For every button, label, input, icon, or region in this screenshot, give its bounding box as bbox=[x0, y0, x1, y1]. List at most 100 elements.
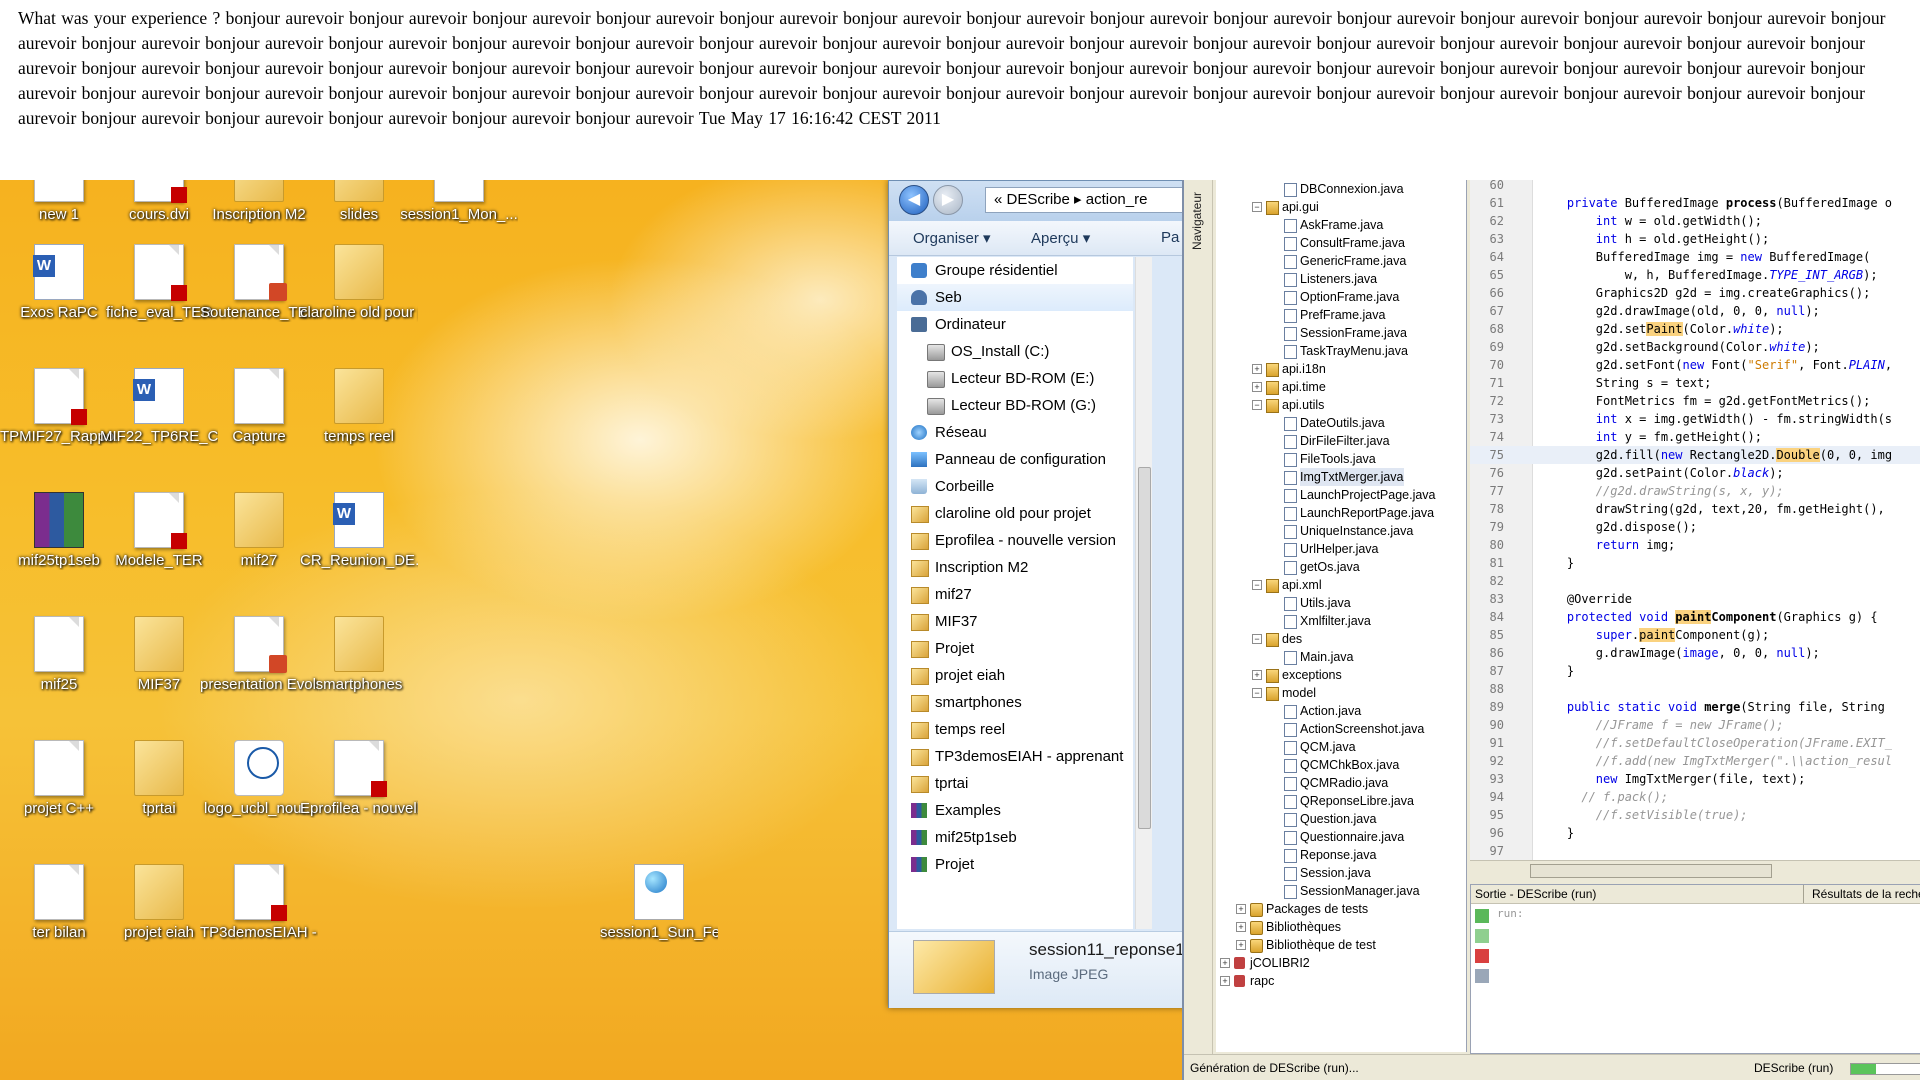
desktop-icon[interactable]: temps reel bbox=[300, 368, 418, 446]
tree-node[interactable]: − api.utils bbox=[1216, 396, 1466, 414]
tree-node[interactable]: Main.java bbox=[1216, 648, 1466, 666]
nav-item[interactable]: mif25tp1seb bbox=[897, 824, 1133, 851]
nav-item[interactable]: Examples bbox=[897, 797, 1133, 824]
rerun-icon[interactable] bbox=[1475, 909, 1489, 923]
nav-item[interactable]: temps reel bbox=[897, 716, 1133, 743]
nav-item[interactable]: Seb bbox=[897, 284, 1133, 311]
nav-item[interactable]: mif27 bbox=[897, 581, 1133, 608]
expand-icon[interactable]: + bbox=[1252, 382, 1262, 392]
tree-node[interactable]: LaunchReportPage.java bbox=[1216, 504, 1466, 522]
nav-item[interactable]: Réseau bbox=[897, 419, 1133, 446]
nav-item[interactable]: Lecteur BD-ROM (G:) bbox=[897, 392, 1133, 419]
nav-item[interactable]: OS_Install (C:) bbox=[897, 338, 1133, 365]
code-line[interactable]: 66 Graphics2D g2d = img.createGraphics()… bbox=[1470, 284, 1920, 302]
nav-item[interactable]: smartphones bbox=[897, 689, 1133, 716]
code-line[interactable]: 60 bbox=[1470, 180, 1920, 194]
code-line[interactable]: 76 g2d.setPaint(Color.black); bbox=[1470, 464, 1920, 482]
expand-icon[interactable]: + bbox=[1220, 958, 1230, 968]
desktop-icon[interactable]: claroline old pour projet bbox=[300, 244, 418, 322]
nav-item[interactable]: Eprofilea - nouvelle version bbox=[897, 527, 1133, 554]
tree-node[interactable]: Session.java bbox=[1216, 864, 1466, 882]
stop-icon[interactable] bbox=[1475, 949, 1489, 963]
tree-node[interactable]: Utils.java bbox=[1216, 594, 1466, 612]
tree-node[interactable]: + api.i18n bbox=[1216, 360, 1466, 378]
tree-node[interactable]: − model bbox=[1216, 684, 1466, 702]
scrollbar-thumb[interactable] bbox=[1138, 467, 1151, 829]
forward-arrow-icon[interactable]: ▶ bbox=[933, 185, 963, 215]
tree-node[interactable]: Action.java bbox=[1216, 702, 1466, 720]
tree-node[interactable]: UniqueInstance.java bbox=[1216, 522, 1466, 540]
navigator-label[interactable]: Navigateur bbox=[1190, 192, 1212, 250]
scrollbar-thumb[interactable] bbox=[1530, 864, 1772, 878]
code-line[interactable]: 63 int h = old.getHeight(); bbox=[1470, 230, 1920, 248]
code-line[interactable]: 90 //JFrame f = new JFrame(); bbox=[1470, 716, 1920, 734]
collapse-icon[interactable]: − bbox=[1252, 580, 1262, 590]
nav-item[interactable]: Ordinateur bbox=[897, 311, 1133, 338]
tree-node[interactable]: SessionManager.java bbox=[1216, 882, 1466, 900]
tree-node[interactable]: getOs.java bbox=[1216, 558, 1466, 576]
tree-node[interactable]: − api.gui bbox=[1216, 198, 1466, 216]
collapse-icon[interactable]: − bbox=[1252, 202, 1262, 212]
nav-item[interactable]: Projet bbox=[897, 635, 1133, 662]
tree-node[interactable]: TaskTrayMenu.java bbox=[1216, 342, 1466, 360]
preview-button[interactable]: Aperçu ▾ bbox=[1031, 229, 1090, 247]
tree-node[interactable]: UrlHelper.java bbox=[1216, 540, 1466, 558]
tree-node[interactable]: AskFrame.java bbox=[1216, 216, 1466, 234]
tree-node[interactable]: FileTools.java bbox=[1216, 450, 1466, 468]
nav-item[interactable]: Lecteur BD-ROM (E:) bbox=[897, 365, 1133, 392]
code-line[interactable]: 62 int w = old.getWidth(); bbox=[1470, 212, 1920, 230]
netbeans-window[interactable]: Navigateur DBConnexion.java − api.gui AskFr… bbox=[1182, 180, 1920, 1080]
tree-node[interactable]: ActionScreenshot.java bbox=[1216, 720, 1466, 738]
code-line[interactable]: 65 w, h, BufferedImage.TYPE_INT_ARGB); bbox=[1470, 266, 1920, 284]
code-line[interactable]: 72 FontMetrics fm = g2d.getFontMetrics()… bbox=[1470, 392, 1920, 410]
tree-node[interactable]: DateOutils.java bbox=[1216, 414, 1466, 432]
expand-icon[interactable]: + bbox=[1252, 364, 1262, 374]
code-line[interactable]: 83 @Override bbox=[1470, 590, 1920, 608]
code-line[interactable]: 93 new ImgTxtMerger(file, text); bbox=[1470, 770, 1920, 788]
code-line[interactable]: 73 int x = img.getWidth() - fm.stringWid… bbox=[1470, 410, 1920, 428]
tree-node[interactable]: QReponseLibre.java bbox=[1216, 792, 1466, 810]
tree-node[interactable]: GenericFrame.java bbox=[1216, 252, 1466, 270]
tree-node[interactable]: DBConnexion.java bbox=[1216, 180, 1466, 198]
nav-item[interactable]: MIF37 bbox=[897, 608, 1133, 635]
nav-item[interactable]: Panneau de configuration bbox=[897, 446, 1133, 473]
code-line[interactable]: 78 drawString(g2d, text,20, fm.getHeight… bbox=[1470, 500, 1920, 518]
tree-node[interactable]: PrefFrame.java bbox=[1216, 306, 1466, 324]
code-line[interactable]: 74 int y = fm.getHeight(); bbox=[1470, 428, 1920, 446]
tree-node[interactable]: − api.xml bbox=[1216, 576, 1466, 594]
settings-icon[interactable] bbox=[1475, 969, 1489, 983]
code-line[interactable]: 86 g.drawImage(image, 0, 0, null); bbox=[1470, 644, 1920, 662]
tree-node[interactable]: Question.java bbox=[1216, 810, 1466, 828]
desktop-icon[interactable]: TP3demosEIAH - apprenant bbox=[200, 864, 318, 942]
code-line[interactable]: 89 public static void merge(String file,… bbox=[1470, 698, 1920, 716]
code-line[interactable]: 69 g2d.setBackground(Color.white); bbox=[1470, 338, 1920, 356]
desktop-icon[interactable]: session1_Sun_Fe... bbox=[600, 864, 718, 942]
nav-item[interactable]: tprtai bbox=[897, 770, 1133, 797]
rerun-different-icon[interactable] bbox=[1475, 929, 1489, 943]
code-line[interactable]: 81 } bbox=[1470, 554, 1920, 572]
nav-item[interactable]: projet eiah bbox=[897, 662, 1133, 689]
code-line[interactable]: 97 bbox=[1470, 842, 1920, 860]
tree-node[interactable]: Reponse.java bbox=[1216, 846, 1466, 864]
code-line[interactable]: 68 g2d.setPaint(Color.white); bbox=[1470, 320, 1920, 338]
desktop-icon[interactable]: session1_Mon_... bbox=[400, 180, 518, 224]
editor-horizontal-scrollbar[interactable] bbox=[1470, 860, 1920, 881]
navigation-scrollbar[interactable] bbox=[1135, 257, 1152, 929]
tree-node[interactable]: + jCOLIBRI2 bbox=[1216, 954, 1466, 972]
code-line[interactable]: 75 g2d.fill(new Rectangle2D.Double(0, 0,… bbox=[1470, 446, 1920, 464]
tree-node[interactable]: SessionFrame.java bbox=[1216, 324, 1466, 342]
tree-node[interactable]: ImgTxtMerger.java bbox=[1216, 468, 1466, 486]
code-line[interactable]: 85 super.paintComponent(g); bbox=[1470, 626, 1920, 644]
tree-node[interactable]: + api.time bbox=[1216, 378, 1466, 396]
tree-node[interactable]: Xmlfilter.java bbox=[1216, 612, 1466, 630]
tree-node[interactable]: QCMRadio.java bbox=[1216, 774, 1466, 792]
collapse-icon[interactable]: − bbox=[1252, 634, 1262, 644]
tree-node[interactable]: Listeners.java bbox=[1216, 270, 1466, 288]
tree-node[interactable]: − des bbox=[1216, 630, 1466, 648]
code-line[interactable]: 79 g2d.dispose(); bbox=[1470, 518, 1920, 536]
collapse-icon[interactable]: − bbox=[1252, 400, 1262, 410]
code-line[interactable]: 88 bbox=[1470, 680, 1920, 698]
address-input[interactable]: « DEScribe ▸ action_re bbox=[985, 187, 1193, 213]
tree-node[interactable]: + Bibliothèque de test bbox=[1216, 936, 1466, 954]
tab-search-results[interactable]: Résultats de la reche bbox=[1803, 885, 1920, 903]
